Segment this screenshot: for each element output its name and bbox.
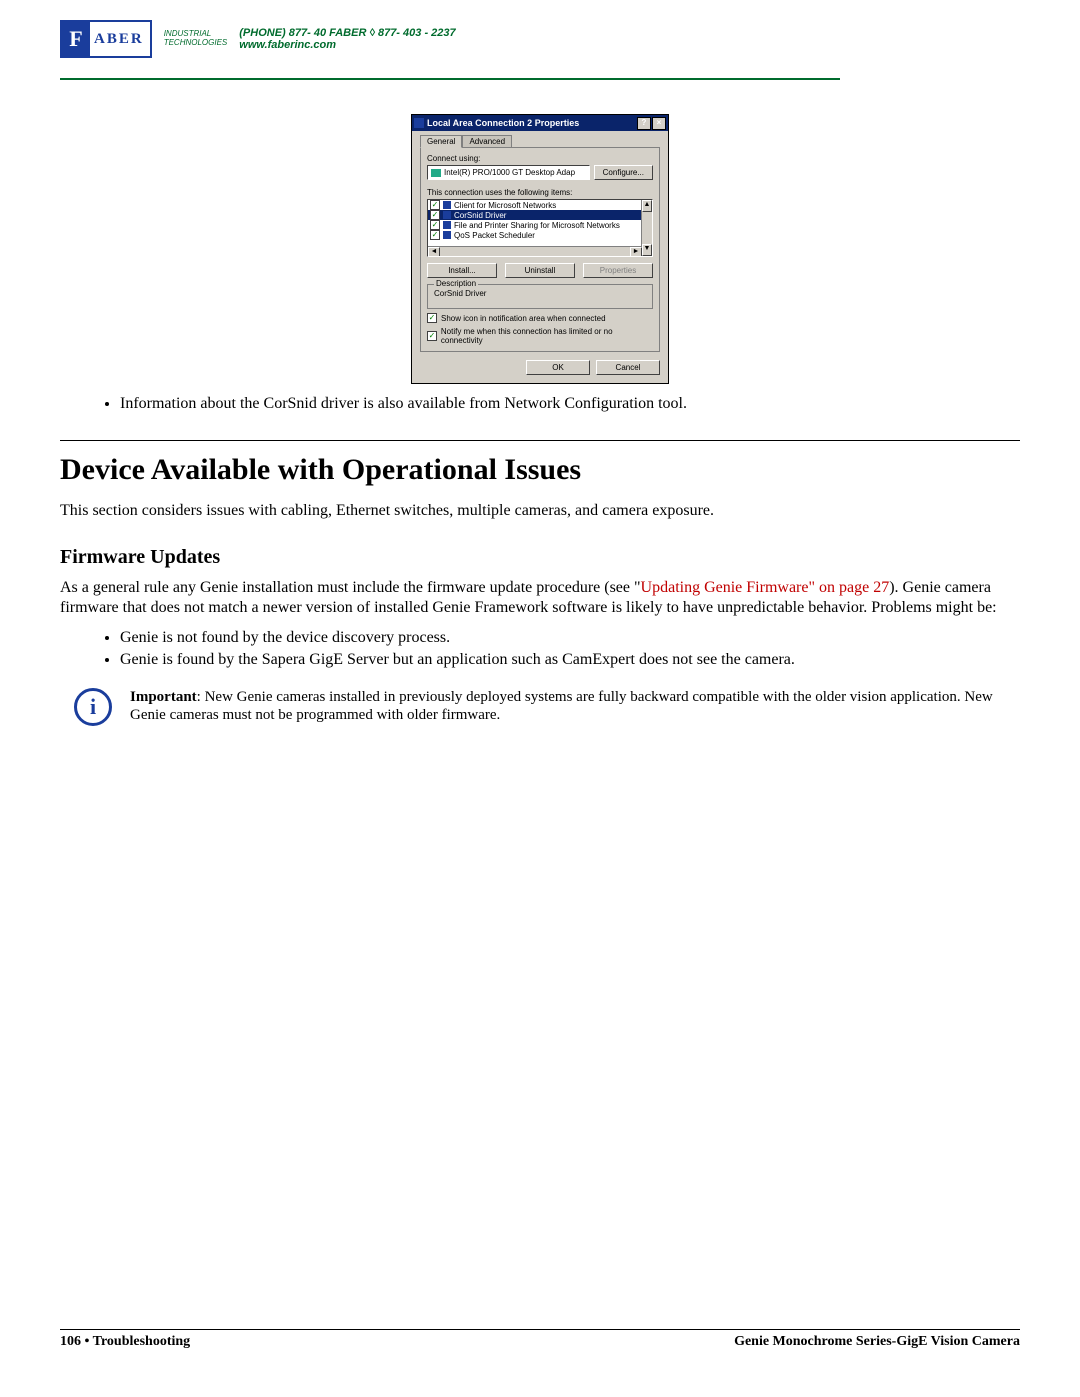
components-listbox[interactable]: ✓ Client for Microsoft Networks ✓ CorSni… xyxy=(427,199,653,257)
notify-label: Notify me when this connection has limit… xyxy=(441,327,653,345)
footer-section: Troubleshooting xyxy=(93,1334,191,1349)
checkbox-icon[interactable]: ✓ xyxy=(430,220,440,230)
scroll-right-icon[interactable]: ► xyxy=(630,247,642,257)
subsection-heading: Firmware Updates xyxy=(60,545,1020,570)
dialog-title: Local Area Connection 2 Properties xyxy=(427,118,579,128)
ok-button[interactable]: OK xyxy=(526,360,590,375)
phone-number: (PHONE) 877- 40 FABER ◊ 877- 403 - 2237 xyxy=(239,27,455,39)
vertical-scrollbar[interactable]: ▲ ▼ xyxy=(641,200,652,256)
tab-general[interactable]: General xyxy=(420,135,462,148)
checkbox-icon[interactable]: ✓ xyxy=(430,200,440,210)
install-button[interactable]: Install... xyxy=(427,263,497,278)
list-item[interactable]: ✓ Client for Microsoft Networks xyxy=(428,200,652,210)
list-item[interactable]: ✓ CorSnid Driver xyxy=(428,210,652,220)
scroll-down-icon[interactable]: ▼ xyxy=(642,244,652,256)
header-rule xyxy=(60,78,840,80)
logo-wordmark: ABER xyxy=(92,31,150,48)
description-label: Description xyxy=(434,279,478,288)
dialog-titlebar[interactable]: Local Area Connection 2 Properties ? × xyxy=(412,115,668,131)
adapter-name: Intel(R) PRO/1000 GT Desktop Adap xyxy=(444,168,575,177)
note-label: Important xyxy=(130,689,197,705)
firmware-paragraph: As a general rule any Genie installation… xyxy=(60,578,1020,618)
component-icon xyxy=(443,201,451,209)
checkbox-icon[interactable]: ✓ xyxy=(430,210,440,220)
description-text: CorSnid Driver xyxy=(434,289,646,298)
page-header: F ABER INDUSTRIAL TECHNOLOGIES (PHONE) 8… xyxy=(60,20,1020,58)
page-footer: 106 • Troubleshooting Genie Monochrome S… xyxy=(60,1329,1020,1350)
fw-bullet: Genie is not found by the device discove… xyxy=(120,628,1020,648)
list-item-label: QoS Packet Scheduler xyxy=(454,231,535,240)
list-item-label: File and Printer Sharing for Microsoft N… xyxy=(454,221,620,230)
section-heading: Device Available with Operational Issues xyxy=(60,451,1020,489)
help-button[interactable]: ? xyxy=(637,117,651,130)
faber-logo: F ABER xyxy=(60,20,152,58)
footer-sep: • xyxy=(81,1334,93,1349)
list-item[interactable]: ✓ File and Printer Sharing for Microsoft… xyxy=(428,220,652,230)
component-icon xyxy=(443,211,451,219)
fw-text-pre: As a general rule any Genie installation… xyxy=(60,579,641,596)
adapter-field[interactable]: Intel(R) PRO/1000 GT Desktop Adap xyxy=(427,165,590,180)
info-bullet: Information about the CorSnid driver is … xyxy=(120,394,1020,414)
list-item[interactable]: ✓ QoS Packet Scheduler xyxy=(428,230,652,240)
show-icon-label: Show icon in notification area when conn… xyxy=(441,314,606,323)
fw-bullet: Genie is found by the Sapera GigE Server… xyxy=(120,650,1020,670)
logo-sub-line2: TECHNOLOGIES xyxy=(164,39,228,48)
header-contact: (PHONE) 877- 40 FABER ◊ 877- 403 - 2237 … xyxy=(239,27,455,51)
logo-letter: F xyxy=(62,22,92,56)
footer-right: Genie Monochrome Series-GigE Vision Came… xyxy=(734,1334,1020,1350)
footer-left: 106 • Troubleshooting xyxy=(60,1334,190,1350)
important-note: Important: New Genie cameras installed i… xyxy=(130,688,1020,726)
horizontal-scrollbar[interactable]: ◄ ► xyxy=(428,246,642,256)
scroll-up-icon[interactable]: ▲ xyxy=(642,200,652,212)
list-item-label: CorSnid Driver xyxy=(454,211,506,220)
info-icon: i xyxy=(74,688,112,726)
network-icon xyxy=(414,118,424,128)
section-rule xyxy=(60,440,1020,441)
items-label: This connection uses the following items… xyxy=(427,188,653,197)
logo-subtitle: INDUSTRIAL TECHNOLOGIES xyxy=(164,30,228,48)
description-group: Description CorSnid Driver xyxy=(427,284,653,309)
component-icon xyxy=(443,221,451,229)
close-button[interactable]: × xyxy=(652,117,666,130)
page-number: 106 xyxy=(60,1334,81,1349)
component-icon xyxy=(443,231,451,239)
note-body: : New Genie cameras installed in previou… xyxy=(130,689,993,724)
adapter-icon xyxy=(431,169,441,177)
fw-link[interactable]: Updating Genie Firmware" on page 27 xyxy=(641,579,890,596)
notify-checkbox[interactable]: ✓ xyxy=(427,331,437,341)
connect-using-label: Connect using: xyxy=(427,154,653,163)
scroll-left-icon[interactable]: ◄ xyxy=(428,247,440,257)
uninstall-button[interactable]: Uninstall xyxy=(505,263,575,278)
show-icon-checkbox[interactable]: ✓ xyxy=(427,313,437,323)
cancel-button[interactable]: Cancel xyxy=(596,360,660,375)
website-url: www.faberinc.com xyxy=(239,39,455,51)
section-intro: This section considers issues with cabli… xyxy=(60,501,1020,521)
configure-button[interactable]: Configure... xyxy=(594,165,653,180)
properties-dialog: Local Area Connection 2 Properties ? × G… xyxy=(411,114,669,384)
properties-button[interactable]: Properties xyxy=(583,263,653,278)
list-item-label: Client for Microsoft Networks xyxy=(454,201,556,210)
checkbox-icon[interactable]: ✓ xyxy=(430,230,440,240)
